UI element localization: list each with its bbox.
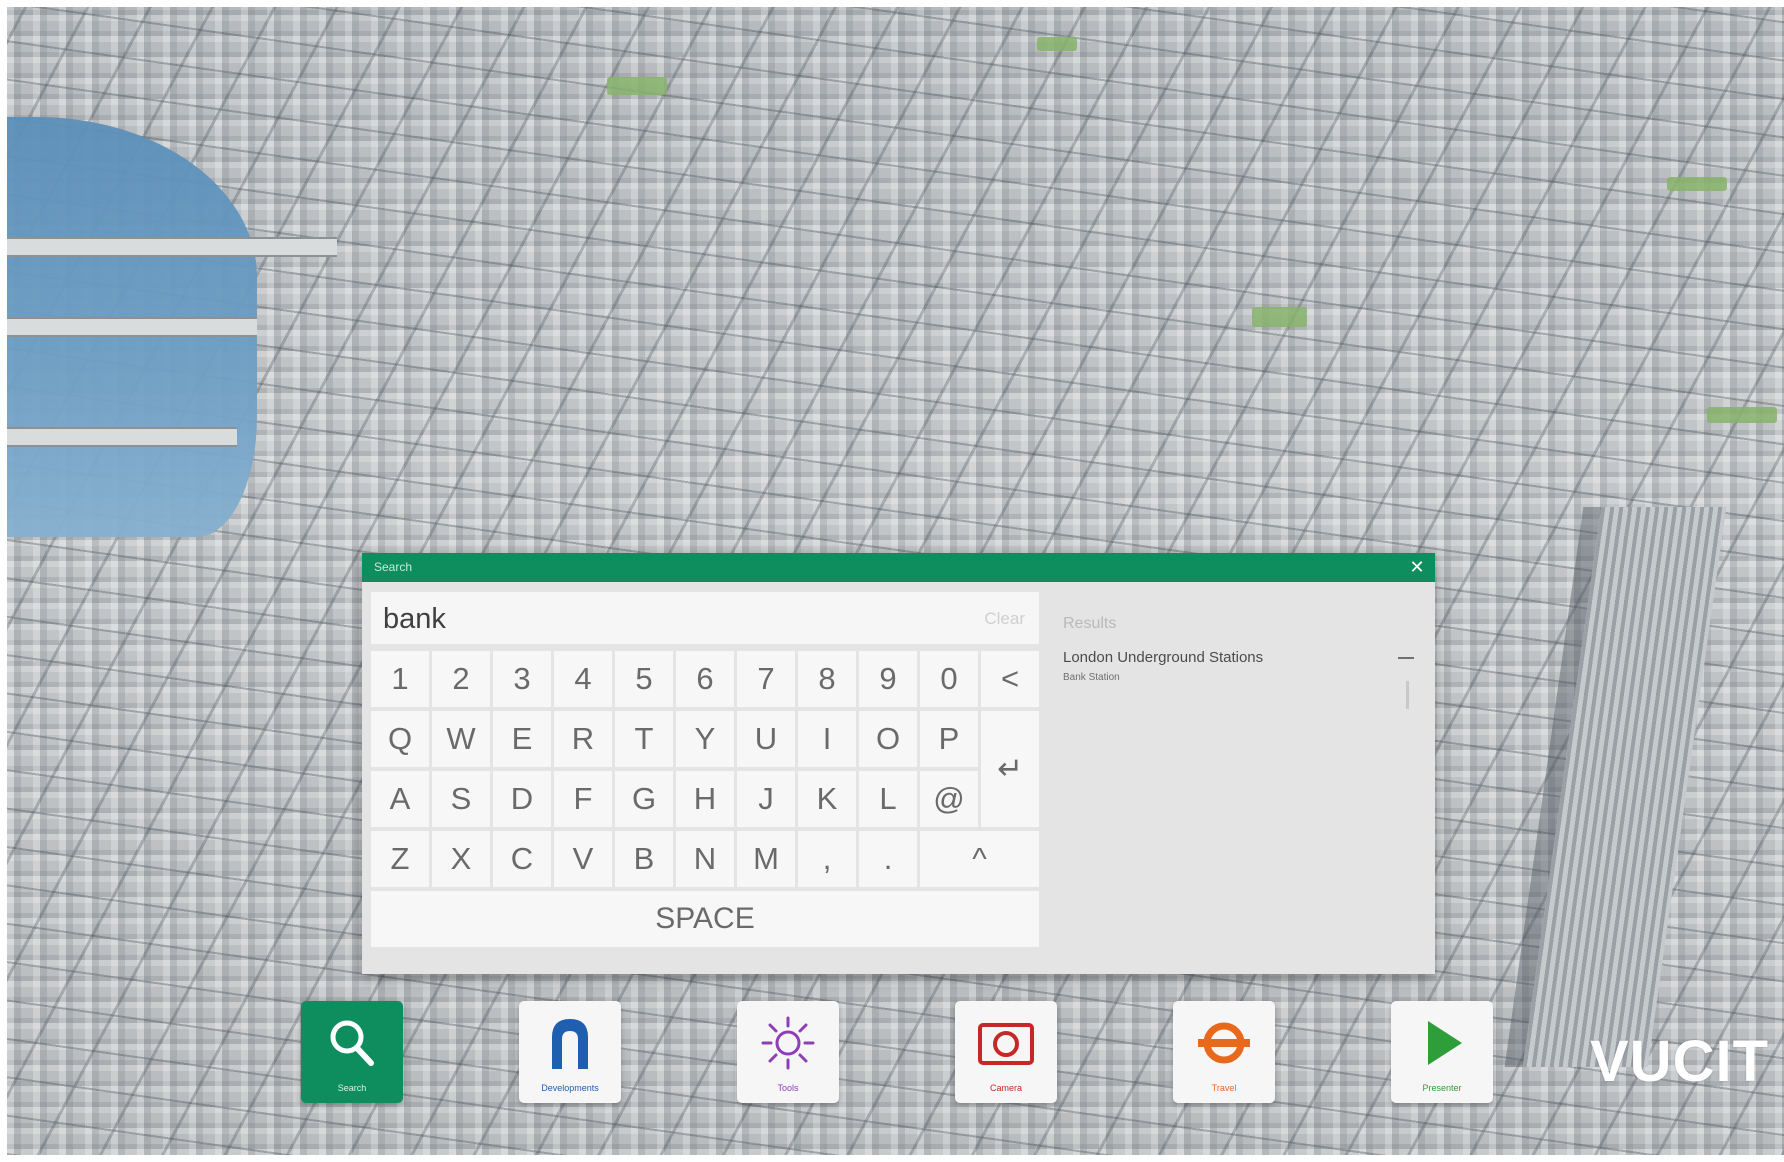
key-r[interactable]: R	[554, 711, 612, 767]
key-4[interactable]: 4	[554, 651, 612, 707]
on-screen-keyboard: 1 2 3 4 5 6 7 8 9 0 < Q W E R T Y U I O …	[371, 651, 1051, 967]
key-k[interactable]: K	[798, 771, 856, 827]
bridge	[7, 427, 237, 447]
park	[1252, 307, 1307, 327]
key-o[interactable]: O	[859, 711, 917, 767]
key-at[interactable]: @	[920, 771, 978, 827]
key-b[interactable]: B	[615, 831, 673, 887]
key-h[interactable]: H	[676, 771, 734, 827]
toolbar-label: Developments	[541, 1083, 599, 1093]
result-item[interactable]: Bank Station	[1063, 672, 1423, 683]
toolbar-label: Travel	[1211, 1083, 1237, 1093]
close-icon[interactable]: ✕	[1407, 557, 1427, 577]
toolbar-camera-button[interactable]: Camera	[955, 1001, 1057, 1103]
brand-logo: VUCIT	[1590, 1029, 1769, 1094]
search-dialog: Search ✕ Clear 1 2 3 4 5 6 7 8 9 0 < Q W…	[362, 553, 1435, 974]
key-p[interactable]: P	[920, 711, 978, 767]
key-m[interactable]: M	[737, 831, 795, 887]
key-u[interactable]: U	[737, 711, 795, 767]
key-a[interactable]: A	[371, 771, 429, 827]
bridge	[7, 317, 257, 337]
key-n[interactable]: N	[676, 831, 734, 887]
key-e[interactable]: E	[493, 711, 551, 767]
key-s[interactable]: S	[432, 771, 490, 827]
toolbar-tools-button[interactable]: Tools	[737, 1001, 839, 1103]
toolbar-label: Tools	[777, 1083, 799, 1093]
toolbar-presenter-button[interactable]: Presenter	[1391, 1001, 1493, 1103]
key-comma[interactable]: ,	[798, 831, 856, 887]
key-w[interactable]: W	[432, 711, 490, 767]
park	[1667, 177, 1727, 191]
key-0[interactable]: 0	[920, 651, 978, 707]
results-list: London Underground Stations Bank Station	[1063, 649, 1423, 683]
results-scrollbar[interactable]	[1406, 681, 1409, 709]
toolbar-label: Search	[337, 1083, 367, 1093]
space-key[interactable]: SPACE	[371, 891, 1039, 947]
enter-key[interactable]: ↵	[981, 711, 1039, 827]
key-8[interactable]: 8	[798, 651, 856, 707]
sun-icon	[761, 1016, 815, 1070]
key-1[interactable]: 1	[371, 651, 429, 707]
key-3[interactable]: 3	[493, 651, 551, 707]
bridge	[7, 237, 337, 257]
skyscraper	[1522, 507, 1727, 1067]
toolbar-label: Presenter	[1422, 1083, 1462, 1093]
key-f[interactable]: F	[554, 771, 612, 827]
key-7[interactable]: 7	[737, 651, 795, 707]
clear-button[interactable]: Clear	[984, 609, 1025, 629]
play-icon	[1428, 1021, 1462, 1065]
key-c[interactable]: C	[493, 831, 551, 887]
search-icon	[330, 1020, 374, 1066]
key-period[interactable]: .	[859, 831, 917, 887]
key-2[interactable]: 2	[432, 651, 490, 707]
collapse-icon[interactable]	[1398, 657, 1414, 659]
key-x[interactable]: X	[432, 831, 490, 887]
toolbar-search-button[interactable]: Search	[301, 1001, 403, 1103]
key-g[interactable]: G	[615, 771, 673, 827]
search-input-row: Clear	[371, 592, 1039, 644]
shift-key[interactable]: ^	[920, 831, 1039, 887]
backspace-key[interactable]: <	[981, 651, 1039, 707]
key-6[interactable]: 6	[676, 651, 734, 707]
camera-icon	[978, 1023, 1034, 1065]
key-z[interactable]: Z	[371, 831, 429, 887]
search-input[interactable]	[381, 600, 945, 638]
result-group-title[interactable]: London Underground Stations	[1063, 649, 1423, 666]
toolbar-travel-button[interactable]: Travel	[1173, 1001, 1275, 1103]
key-v[interactable]: V	[554, 831, 612, 887]
key-l[interactable]: L	[859, 771, 917, 827]
toolbar-label: Camera	[989, 1083, 1022, 1093]
developments-icon	[552, 1019, 588, 1069]
park	[607, 77, 667, 95]
key-j[interactable]: J	[737, 771, 795, 827]
park	[1707, 407, 1777, 423]
key-5[interactable]: 5	[615, 651, 673, 707]
key-y[interactable]: Y	[676, 711, 734, 767]
key-9[interactable]: 9	[859, 651, 917, 707]
roundel-icon	[1198, 1022, 1250, 1064]
results-label: Results	[1063, 615, 1117, 632]
key-t[interactable]: T	[615, 711, 673, 767]
key-q[interactable]: Q	[371, 711, 429, 767]
toolbar-developments-button[interactable]: Developments	[519, 1001, 621, 1103]
park	[1037, 37, 1077, 51]
dialog-title: Search	[374, 560, 413, 574]
key-d[interactable]: D	[493, 771, 551, 827]
key-i[interactable]: I	[798, 711, 856, 767]
dialog-header: Search ✕	[362, 553, 1435, 582]
